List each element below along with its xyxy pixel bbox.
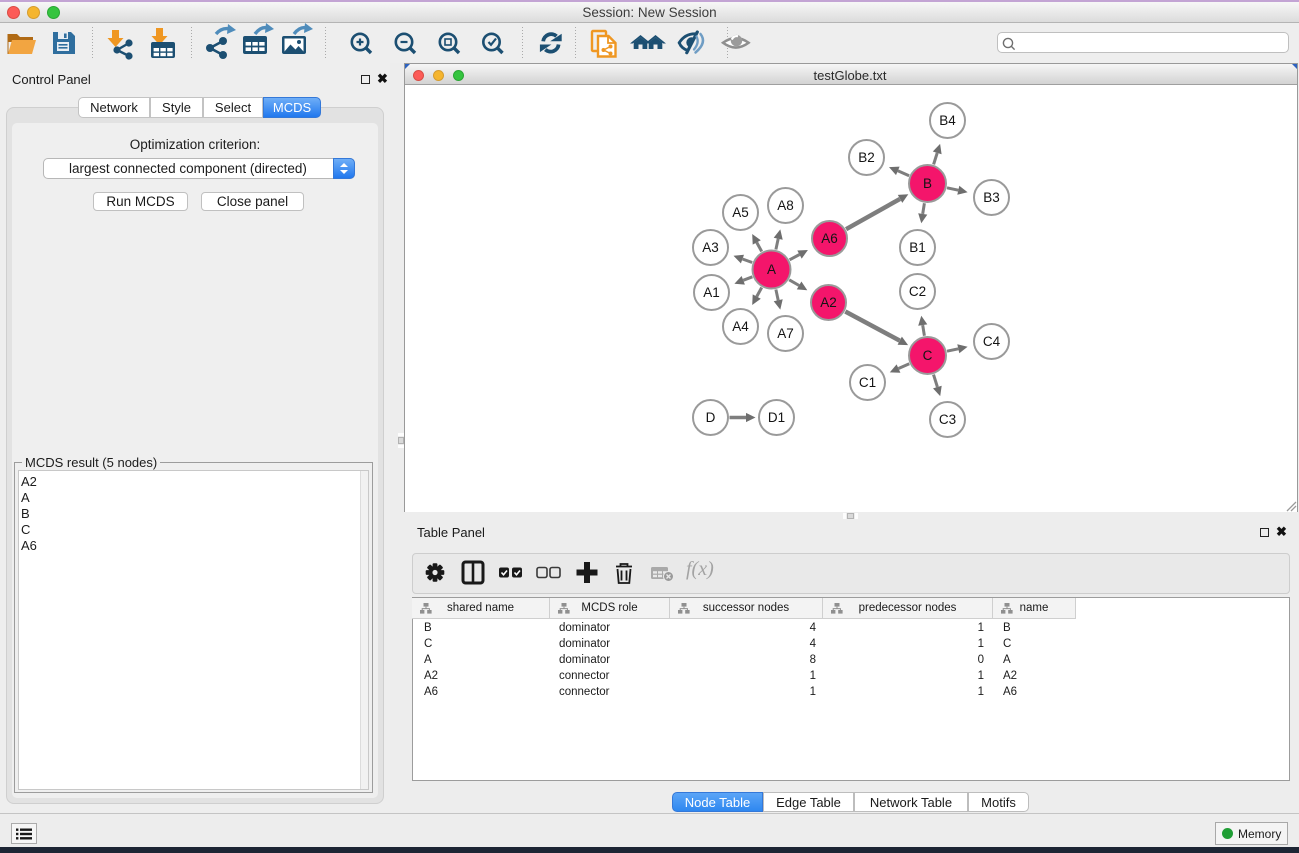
svg-text:C: C [922,348,932,363]
svg-text:A3: A3 [702,240,719,255]
svg-text:A7: A7 [777,326,794,341]
svg-text:A4: A4 [732,319,749,334]
svg-text:C2: C2 [908,284,925,299]
svg-text:C1: C1 [858,375,875,390]
svg-text:A1: A1 [703,285,720,300]
svg-text:A2: A2 [820,295,837,310]
svg-text:D1: D1 [767,410,784,425]
svg-text:C4: C4 [982,334,1000,349]
svg-text:B2: B2 [858,150,875,165]
svg-text:B: B [922,176,931,191]
svg-text:B3: B3 [983,190,1000,205]
svg-text:B1: B1 [909,240,926,255]
svg-text:A8: A8 [777,198,794,213]
svg-text:D: D [705,410,715,425]
svg-text:B4: B4 [939,113,956,128]
svg-text:A: A [766,262,775,277]
svg-text:A6: A6 [821,231,838,246]
svg-text:A5: A5 [732,205,749,220]
svg-text:C3: C3 [938,412,955,427]
